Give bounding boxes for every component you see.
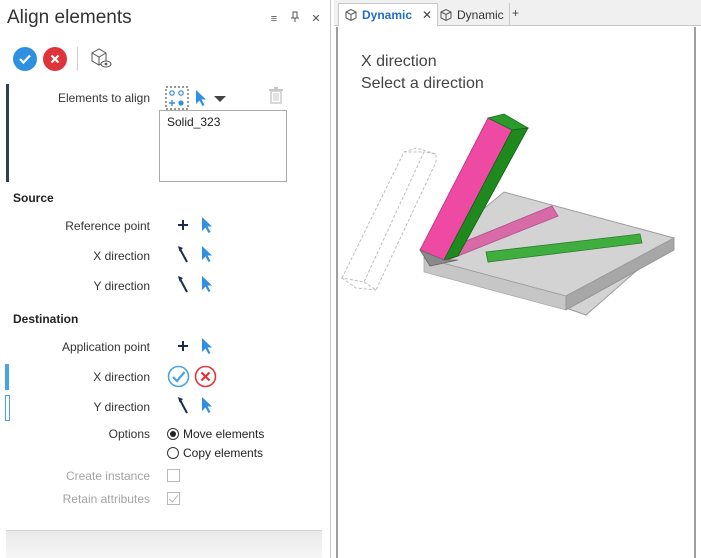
source-section-title: Source <box>13 191 54 205</box>
selection-tools <box>165 86 227 113</box>
reference-point-add-button[interactable] <box>177 219 189 234</box>
align-elements-panel: Align elements ≡ ✕ Elements to align Sol… <box>0 0 331 558</box>
list-item[interactable]: Solid_323 <box>167 115 279 129</box>
selection-mode-icon <box>165 86 189 110</box>
toolbar-separator <box>77 47 78 71</box>
move-elements-label: Move elements <box>183 427 265 441</box>
ok-button[interactable] <box>13 47 37 71</box>
source-y-direction-pick-button[interactable] <box>201 275 213 296</box>
destination-y-direction-pick-button[interactable] <box>201 396 213 417</box>
tab-label: Dynamic <box>362 8 413 22</box>
cube-eye-icon <box>91 47 112 67</box>
source-y-direction-controls <box>177 275 213 296</box>
reference-point-label: Reference point <box>65 219 150 233</box>
ghost-solid-outline <box>341 147 437 291</box>
copy-elements-radio[interactable] <box>167 447 179 459</box>
destination-y-direction-controls <box>177 396 213 417</box>
panel-title-icons: ≡ ✕ <box>268 11 322 26</box>
plus-point-icon <box>178 341 188 351</box>
tab-label: Dynamic <box>457 7 504 22</box>
reference-point-pick-button[interactable] <box>201 216 213 237</box>
application-point-pick-button[interactable] <box>201 337 213 358</box>
move-elements-option[interactable]: Move elements <box>167 427 264 441</box>
source-y-direction-vector-button[interactable] <box>177 275 189 296</box>
x-circle-icon <box>194 365 217 388</box>
destination-y-direction-vector-button[interactable] <box>177 396 189 417</box>
source-y-direction-label: Y direction <box>93 279 150 293</box>
source-x-direction-label: X direction <box>93 249 150 263</box>
trash-icon <box>269 87 283 104</box>
plus-point-icon <box>178 220 188 230</box>
retain-attributes-checkbox[interactable] <box>167 492 180 505</box>
source-x-direction-controls <box>177 245 213 266</box>
copy-elements-option[interactable]: Copy elements <box>167 446 263 460</box>
preview-button[interactable] <box>88 47 112 72</box>
elements-to-align-label: Elements to align <box>57 91 150 105</box>
elements-listbox[interactable]: Solid_323 <box>159 110 287 182</box>
check-icon <box>19 54 31 65</box>
cancel-button[interactable] <box>43 47 67 71</box>
create-instance-label: Create instance <box>65 469 150 483</box>
tab-dynamic-active[interactable]: Dynamic ✕ <box>338 3 439 27</box>
copy-elements-label: Copy elements <box>183 446 264 460</box>
application-point-label: Application point <box>61 340 150 354</box>
reference-point-controls <box>177 216 213 237</box>
destination-x-direction-controls <box>167 365 217 391</box>
cursor-arrow-icon <box>202 338 212 354</box>
pick-button[interactable] <box>195 89 207 110</box>
selection-dropdown[interactable] <box>213 93 227 107</box>
cursor-arrow-icon <box>202 246 212 262</box>
pending-field-indicator <box>5 395 10 421</box>
active-field-indicator <box>5 364 9 390</box>
cursor-arrow-icon <box>202 397 212 413</box>
panel-menu-icon[interactable]: ≡ <box>268 13 280 25</box>
add-tab-button[interactable]: + <box>512 6 519 20</box>
source-x-direction-pick-button[interactable] <box>201 245 213 266</box>
options-label: Options <box>108 427 150 441</box>
cursor-arrow-icon <box>196 90 206 106</box>
destination-x-direction-label: X direction <box>93 370 150 384</box>
move-elements-radio[interactable] <box>167 428 179 440</box>
panel-title: Align elements <box>7 7 132 28</box>
check-circle-icon <box>167 365 190 388</box>
prompt-instruction: Select a direction <box>361 75 484 92</box>
direction-arrow-icon <box>178 276 188 293</box>
caret-down-icon <box>214 95 226 102</box>
cursor-arrow-icon <box>202 276 212 292</box>
action-bar <box>13 45 112 73</box>
3d-model-view[interactable] <box>336 110 692 320</box>
prompt-title: X direction <box>361 53 437 70</box>
confirm-direction-button[interactable] <box>167 365 190 391</box>
source-x-direction-vector-button[interactable] <box>177 245 189 266</box>
retain-attributes-label: Retain attributes <box>62 492 150 506</box>
application-point-add-button[interactable] <box>177 340 189 355</box>
close-icon[interactable]: ✕ <box>310 12 322 25</box>
application-point-controls <box>177 337 213 358</box>
direction-arrow-icon <box>178 246 188 263</box>
panel-footer <box>6 530 322 558</box>
pin-icon[interactable] <box>289 11 301 26</box>
document-tab-bar: Dynamic ✕ Dynamic + <box>334 0 701 27</box>
active-section-indicator <box>6 84 9 182</box>
direction-arrow-icon <box>178 397 188 414</box>
cube-icon <box>440 8 452 21</box>
cursor-arrow-icon <box>202 217 212 233</box>
tab-dynamic[interactable]: Dynamic <box>434 3 510 26</box>
viewport-border <box>694 27 696 558</box>
destination-y-direction-label: Y direction <box>93 400 150 414</box>
cube-icon <box>345 8 357 22</box>
x-icon <box>50 54 60 64</box>
cancel-direction-button[interactable] <box>194 365 217 391</box>
selection-mode-button[interactable] <box>165 86 189 113</box>
destination-section-title: Destination <box>13 312 79 326</box>
clear-selection-button[interactable] <box>268 86 284 107</box>
tab-close-icon[interactable]: ✕ <box>422 8 432 22</box>
create-instance-checkbox[interactable] <box>167 469 180 482</box>
